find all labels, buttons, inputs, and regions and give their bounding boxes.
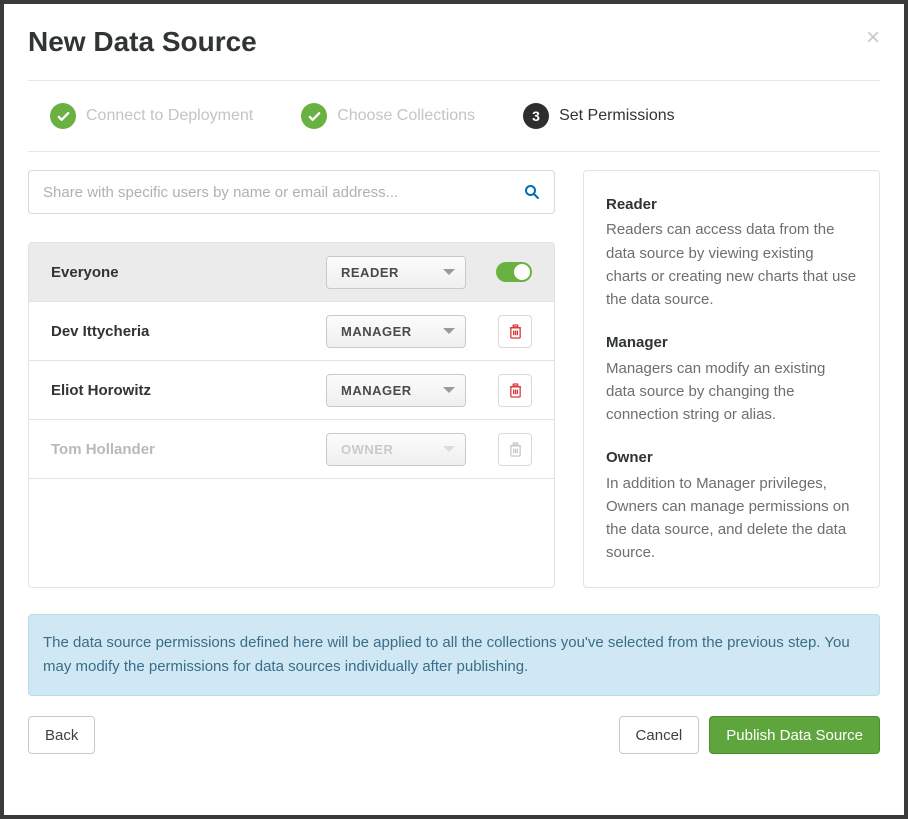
help-panel: Reader Readers can access data from the …: [583, 170, 880, 588]
role-select[interactable]: MANAGER: [326, 315, 466, 348]
role-select[interactable]: READER: [326, 256, 466, 289]
permissions-scroll[interactable]: Everyone READER Dev Ittycheria MANAGER Elio…: [29, 243, 554, 587]
permission-row: Everyone READER: [29, 243, 554, 302]
modal-title: New Data Source: [28, 26, 257, 58]
delete-button[interactable]: [498, 315, 532, 348]
help-title: Owner: [606, 446, 857, 469]
permission-row: Eliot Horowitz MANAGER: [29, 361, 554, 420]
help-title: Reader: [606, 193, 857, 216]
chevron-down-icon: [443, 328, 455, 334]
back-button[interactable]: Back: [28, 716, 95, 754]
action-cell: [466, 262, 536, 282]
role-label: MANAGER: [341, 383, 412, 398]
info-banner: The data source permissions defined here…: [28, 614, 880, 696]
permission-name: Everyone: [51, 264, 326, 281]
help-body: Readers can access data from the data so…: [606, 218, 857, 311]
role-select[interactable]: MANAGER: [326, 374, 466, 407]
help-owner: Owner In addition to Manager privileges,…: [606, 446, 857, 564]
role-label: OWNER: [341, 442, 393, 457]
search-icon[interactable]: [524, 184, 540, 200]
role-label: READER: [341, 265, 399, 280]
cancel-button[interactable]: Cancel: [619, 716, 700, 754]
divider: [28, 80, 880, 81]
divider: [28, 151, 880, 152]
trash-icon: [509, 383, 522, 398]
left-column: Everyone READER Dev Ittycheria MANAGER Elio…: [28, 170, 555, 588]
chevron-down-icon: [443, 446, 455, 452]
footer-right: Cancel Publish Data Source: [619, 716, 880, 754]
role-label: MANAGER: [341, 324, 412, 339]
help-manager: Manager Managers can modify an existing …: [606, 331, 857, 426]
permission-row: Dev Ittycheria MANAGER: [29, 302, 554, 361]
modal-header: New Data Source ×: [28, 26, 880, 58]
action-cell: [466, 374, 536, 407]
modal-footer: Back Cancel Publish Data Source: [28, 716, 880, 754]
step-label: Connect to Deployment: [86, 107, 253, 125]
delete-button[interactable]: [498, 374, 532, 407]
step-choose-collections: Choose Collections: [301, 103, 475, 129]
step-label: Choose Collections: [337, 107, 475, 125]
permission-name: Tom Hollander: [51, 441, 326, 458]
search-wrap: [28, 170, 555, 214]
enable-toggle[interactable]: [496, 262, 532, 282]
help-body: Managers can modify an existing data sou…: [606, 357, 857, 427]
content-row: Everyone READER Dev Ittycheria MANAGER Elio…: [28, 170, 880, 588]
step-connect-to-deployment: Connect to Deployment: [50, 103, 253, 129]
scroll-filler: [29, 479, 554, 587]
modal-new-data-source: New Data Source × Connect to Deployment …: [4, 4, 904, 815]
toggle-knob: [514, 264, 530, 280]
chevron-down-icon: [443, 387, 455, 393]
chevron-down-icon: [443, 269, 455, 275]
wizard-steps: Connect to Deployment Choose Collections…: [28, 103, 880, 129]
step-number: 3: [523, 103, 549, 129]
delete-button: [498, 433, 532, 466]
search-input[interactable]: [43, 184, 524, 201]
help-body: In addition to Manager privileges, Owner…: [606, 472, 857, 565]
step-set-permissions: 3 Set Permissions: [523, 103, 675, 129]
check-icon: [50, 103, 76, 129]
role-select: OWNER: [326, 433, 466, 466]
permission-row: Tom Hollander OWNER: [29, 420, 554, 479]
permission-name: Eliot Horowitz: [51, 382, 326, 399]
permission-name: Dev Ittycheria: [51, 323, 326, 340]
action-cell: [466, 433, 536, 466]
trash-icon: [509, 442, 522, 457]
publish-button[interactable]: Publish Data Source: [709, 716, 880, 754]
action-cell: [466, 315, 536, 348]
help-reader: Reader Readers can access data from the …: [606, 193, 857, 311]
check-icon: [301, 103, 327, 129]
close-icon[interactable]: ×: [866, 26, 880, 50]
help-title: Manager: [606, 331, 857, 354]
permissions-list: Everyone READER Dev Ittycheria MANAGER Elio…: [28, 242, 555, 588]
step-label: Set Permissions: [559, 107, 675, 125]
trash-icon: [509, 324, 522, 339]
